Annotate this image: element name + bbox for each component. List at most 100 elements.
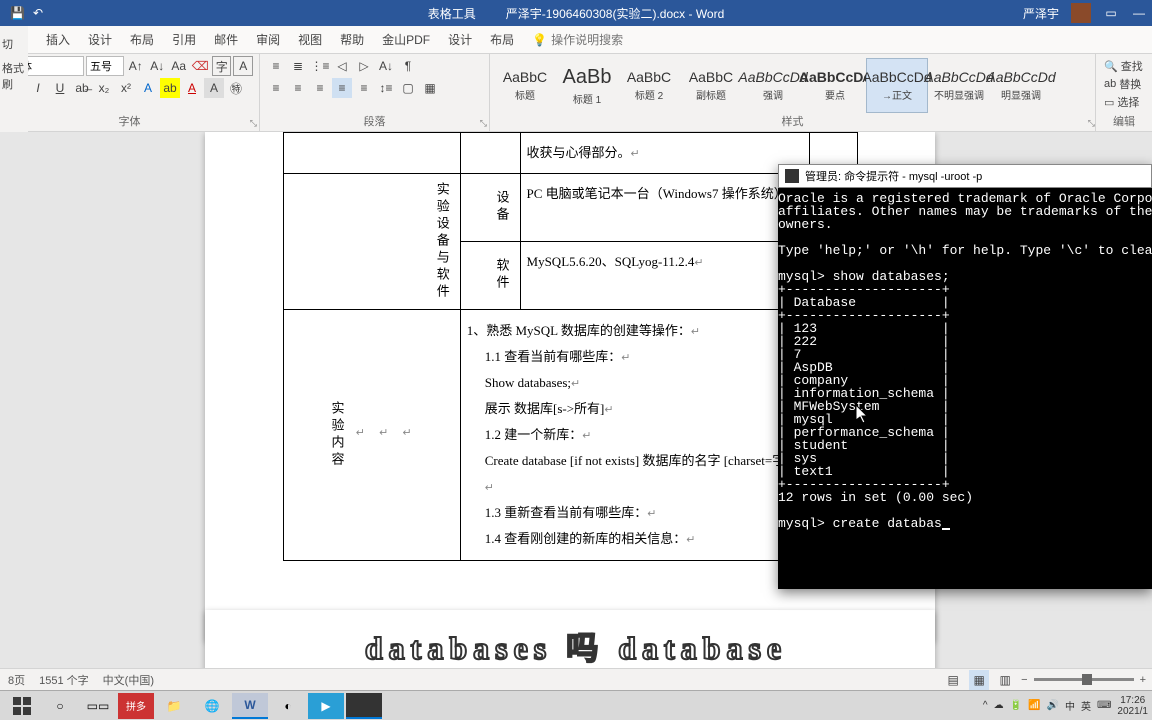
font-size-combo[interactable] (86, 56, 124, 76)
taskbar-explorer[interactable]: 📁 (156, 693, 192, 719)
web-layout-button[interactable]: ▥ (995, 670, 1015, 690)
print-layout-button[interactable]: ▦ (969, 670, 989, 690)
language[interactable]: 中文(中国) (103, 672, 154, 688)
find-button[interactable]: 🔍查找 (1104, 58, 1144, 74)
start-button[interactable] (4, 693, 40, 719)
superscript-button[interactable]: x² (116, 78, 136, 98)
select-button[interactable]: ▭选择 (1104, 94, 1144, 110)
tray-volume-icon[interactable]: 🔊 (1047, 700, 1059, 711)
replace-button[interactable]: ab替换 (1104, 76, 1144, 92)
taskbar-app-3[interactable]: ▶ (308, 693, 344, 719)
taskbar-app-1[interactable]: 拼多 (118, 693, 154, 719)
sort-button[interactable]: A↓ (376, 56, 396, 76)
styles-gallery[interactable]: AaBbC标题AaBb标题 1AaBbC标题 2AaBbC副标题AaBbCcDd… (494, 58, 1091, 113)
align-left-button[interactable]: ≡ (266, 78, 286, 98)
style-item[interactable]: AaBbCcDc要点 (804, 58, 866, 113)
bullets-button[interactable]: ≡ (266, 56, 286, 76)
style-item[interactable]: AaBbCcDd强调 (742, 58, 804, 113)
decrease-indent-button[interactable]: ◁ (332, 56, 352, 76)
ime-indicator-2[interactable]: 英 (1081, 698, 1091, 713)
enclose-char-button[interactable]: ㊕ (226, 78, 246, 98)
tab-table-design[interactable]: 设计 (448, 31, 472, 48)
strike-button[interactable]: ab̶ (72, 78, 92, 98)
borders-button[interactable]: ▦ (420, 78, 440, 98)
distribute-button[interactable]: ≡ (354, 78, 374, 98)
tab-mailings[interactable]: 邮件 (214, 31, 238, 48)
style-item[interactable]: AaBbCcDd→正文 (866, 58, 928, 113)
char-border-button[interactable]: A (233, 56, 253, 76)
numbering-button[interactable]: ≣ (288, 56, 308, 76)
styles-dialog-icon[interactable]: ⤡ (1088, 118, 1095, 129)
tab-references[interactable]: 引用 (172, 31, 196, 48)
increase-indent-button[interactable]: ▷ (354, 56, 374, 76)
clock-date[interactable]: 2021/1 (1117, 706, 1148, 717)
tray-keyboard-icon[interactable]: ⌨ (1097, 700, 1111, 711)
undo-icon[interactable]: ↶ (33, 6, 43, 20)
subscript-button[interactable]: x₂ (94, 78, 114, 98)
grow-font-button[interactable]: A↑ (126, 56, 145, 76)
highlight-button[interactable]: ab (160, 78, 180, 98)
system-tray[interactable]: ^ ☁ 🔋 📶 🔊 中 英 ⌨ 17:26 2021/1 (983, 695, 1148, 717)
style-item[interactable]: AaBbC标题 (494, 58, 556, 113)
phonetic-button[interactable]: 字 (212, 56, 232, 76)
ribbon-toggle-icon[interactable]: ▭ (1103, 6, 1119, 20)
style-item[interactable]: AaBbCcDd不明显强调 (928, 58, 990, 113)
tab-design[interactable]: 设计 (88, 31, 112, 48)
shading-button[interactable]: ▢ (398, 78, 418, 98)
font-color-button[interactable]: A (182, 78, 202, 98)
cortana-button[interactable]: ○ (42, 693, 78, 719)
clock-time[interactable]: 17:26 (1117, 695, 1148, 706)
style-item[interactable]: AaBbC标题 2 (618, 58, 680, 113)
style-item[interactable]: AaBbCcDd明显强调 (990, 58, 1052, 113)
multilevel-button[interactable]: ⋮≡ (310, 56, 330, 76)
tab-jinshan[interactable]: 金山PDF (382, 31, 430, 48)
save-icon[interactable]: 💾 (10, 6, 25, 20)
clear-format-button[interactable]: ⌫ (190, 56, 209, 76)
char-shading-button[interactable]: A (204, 78, 224, 98)
minimize-button[interactable]: — (1131, 6, 1147, 20)
line-spacing-button[interactable]: ↕≡ (376, 78, 396, 98)
style-item[interactable]: AaBbC副标题 (680, 58, 742, 113)
tab-help[interactable]: 帮助 (340, 31, 364, 48)
underline-button[interactable]: U (50, 78, 70, 98)
tab-insert[interactable]: 插入 (46, 31, 70, 48)
zoom-out-button[interactable]: − (1021, 674, 1027, 686)
tray-wifi-icon[interactable]: 📶 (1028, 700, 1040, 711)
cmd-body[interactable]: Oracle is a registered trademark of Orac… (778, 188, 1152, 530)
align-right-button[interactable]: ≡ (310, 78, 330, 98)
taskbar-cmd[interactable] (346, 693, 382, 719)
italic-button[interactable]: I (28, 78, 48, 98)
align-center-button[interactable]: ≡ (288, 78, 308, 98)
left-tab-a[interactable]: 切 (0, 32, 28, 56)
avatar[interactable] (1071, 3, 1091, 23)
taskbar-app-2[interactable]: ◐ (270, 693, 306, 719)
style-item[interactable]: AaBb标题 1 (556, 58, 618, 113)
show-marks-button[interactable]: ¶ (398, 56, 418, 76)
font-dialog-icon[interactable]: ⤡ (250, 118, 257, 129)
change-case-button[interactable]: Aa (169, 56, 188, 76)
tray-up-icon[interactable]: ^ (983, 700, 988, 711)
taskbar-edge[interactable]: 🌐 (194, 693, 230, 719)
cmd-titlebar[interactable]: 管理员: 命令提示符 - mysql -uroot -p (778, 164, 1152, 188)
zoom-slider[interactable] (1034, 678, 1134, 681)
tab-review[interactable]: 审阅 (256, 31, 280, 48)
word-count[interactable]: 1551 个字 (39, 672, 89, 688)
tab-view[interactable]: 视图 (298, 31, 322, 48)
taskbar-word[interactable]: W (232, 693, 268, 719)
left-tab-b[interactable]: 格式刷 (0, 56, 28, 96)
taskview-button[interactable]: ▭▭ (80, 693, 116, 719)
tell-me-search[interactable]: 💡 操作说明搜索 (532, 31, 623, 48)
text-effect-button[interactable]: A (138, 78, 158, 98)
tray-cloud-icon[interactable]: ☁ (994, 700, 1004, 711)
tab-layout[interactable]: 布局 (130, 31, 154, 48)
tab-table-layout[interactable]: 布局 (490, 31, 514, 48)
ime-indicator-1[interactable]: 中 (1065, 698, 1075, 713)
shrink-font-button[interactable]: A↓ (147, 56, 166, 76)
page-count[interactable]: 8页 (8, 672, 25, 688)
zoom-in-button[interactable]: + (1140, 674, 1146, 686)
justify-button[interactable]: ≡ (332, 78, 352, 98)
para-dialog-icon[interactable]: ⤡ (480, 118, 487, 129)
cmd-window[interactable]: 管理员: 命令提示符 - mysql -uroot -p Oracle is a… (778, 164, 1152, 589)
tray-battery-icon[interactable]: 🔋 (1010, 700, 1022, 711)
read-mode-button[interactable]: ▤ (943, 670, 963, 690)
